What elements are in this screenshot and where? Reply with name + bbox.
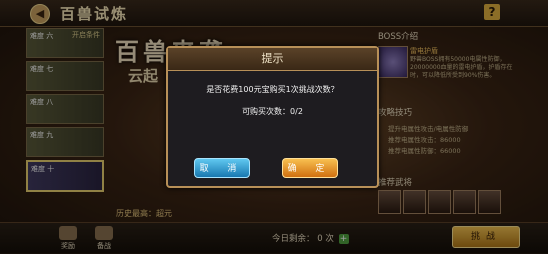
dialog-message: 是否花费100元宝购买1次挑战次数？	[206, 85, 339, 94]
dialog-title: 提示	[261, 52, 284, 65]
cancel-button[interactable]: 取 消	[194, 158, 250, 178]
confirm-button[interactable]: 确 定	[282, 158, 338, 178]
purchase-dialog: 提示 是否花费100元宝购买1次挑战次数？ 可购买次数：0/2 取 消 确 定	[166, 46, 379, 188]
dialog-header: 提示	[168, 48, 377, 71]
dialog-purchase-count: 可购买次数：0/2	[242, 107, 303, 116]
